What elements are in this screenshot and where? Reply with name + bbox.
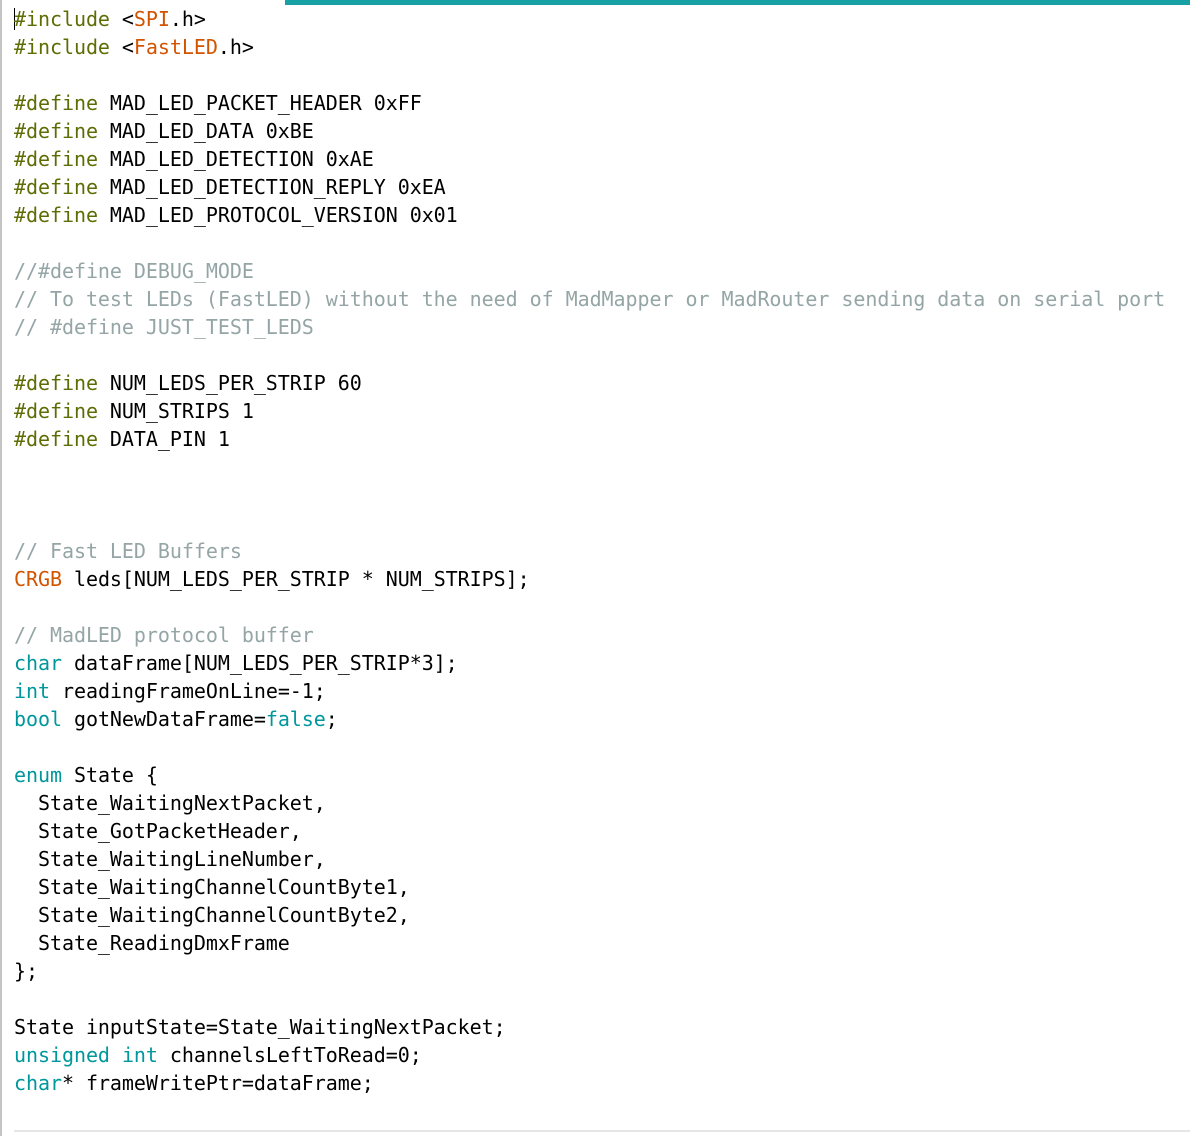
code-token-preprocessor: #define	[14, 91, 98, 115]
code-token-library: SPI	[133, 7, 170, 31]
code-token: };	[14, 959, 38, 983]
code-token: channelsLeftToRead=0;	[157, 1043, 422, 1067]
code-token-preprocessor: #include	[14, 35, 110, 59]
code-line[interactable]: #define DATA_PIN 1	[14, 425, 1186, 453]
code-token-preprocessor: #define	[14, 399, 98, 423]
code-token: State_WaitingChannelCountByte1,	[14, 875, 410, 899]
code-line[interactable]: #define MAD_LED_DETECTION 0xAE	[14, 145, 1186, 173]
code-token-comment: // MadLED protocol buffer	[14, 623, 314, 647]
code-line[interactable]: State_WaitingNextPacket,	[14, 789, 1186, 817]
code-line[interactable]: State_WaitingLineNumber,	[14, 845, 1186, 873]
code-token: MAD_LED_DATA 0xBE	[97, 119, 314, 143]
code-line[interactable]: #define MAD_LED_DATA 0xBE	[14, 117, 1186, 145]
code-line[interactable]: #define MAD_LED_PACKET_HEADER 0xFF	[14, 89, 1186, 117]
code-line[interactable]: // MadLED protocol buffer	[14, 621, 1186, 649]
code-line[interactable]	[14, 61, 1186, 89]
code-token-preprocessor: #define	[14, 147, 98, 171]
code-line[interactable]: };	[14, 957, 1186, 985]
code-token: .h>	[217, 35, 254, 59]
code-token: <	[109, 7, 134, 31]
code-line[interactable]	[14, 985, 1186, 1013]
code-line[interactable]: State_GotPacketHeader,	[14, 817, 1186, 845]
code-token-type: char	[14, 651, 62, 675]
code-line[interactable]: #include <FastLED.h>	[14, 33, 1186, 61]
code-token-preprocessor: #define	[14, 371, 98, 395]
code-line[interactable]: bool gotNewDataFrame=false;	[14, 705, 1186, 733]
code-token: State_WaitingNextPacket,	[14, 791, 326, 815]
code-line[interactable]: int readingFrameOnLine=-1;	[14, 677, 1186, 705]
code-token: readingFrameOnLine=-1;	[49, 679, 326, 703]
code-token: <	[109, 35, 134, 59]
code-line[interactable]	[14, 481, 1186, 509]
code-line[interactable]: enum State {	[14, 761, 1186, 789]
code-line[interactable]	[14, 733, 1186, 761]
code-text-area[interactable]: #include <SPI.h> #include <FastLED.h> #de…	[14, 5, 1186, 1097]
code-token: gotNewDataFrame=	[61, 707, 266, 731]
code-line[interactable]: //#define DEBUG_MODE	[14, 257, 1186, 285]
code-token-library: CRGB	[14, 567, 62, 591]
code-token-type: int	[14, 679, 50, 703]
code-line[interactable]: char* frameWritePtr=dataFrame;	[14, 1069, 1186, 1097]
code-line[interactable]: State_WaitingChannelCountByte1,	[14, 873, 1186, 901]
code-token-type: bool	[14, 707, 62, 731]
code-line[interactable]: State_WaitingChannelCountByte2,	[14, 901, 1186, 929]
code-token: * frameWritePtr=dataFrame;	[61, 1071, 374, 1095]
code-token-literal: false	[265, 707, 326, 731]
code-line[interactable]	[14, 229, 1186, 257]
code-token: NUM_STRIPS 1	[97, 399, 254, 423]
code-line[interactable]	[14, 509, 1186, 537]
code-token-comment: //#define DEBUG_MODE	[14, 259, 254, 283]
code-token: State_ReadingDmxFrame	[14, 931, 290, 955]
code-line[interactable]: unsigned int channelsLeftToRead=0;	[14, 1041, 1186, 1069]
code-line[interactable]: State_ReadingDmxFrame	[14, 929, 1186, 957]
code-token: dataFrame[NUM_LEDS_PER_STRIP*3];	[61, 651, 458, 675]
code-line[interactable]: #include <SPI.h>	[14, 5, 1186, 33]
code-line[interactable]: char dataFrame[NUM_LEDS_PER_STRIP*3];	[14, 649, 1186, 677]
code-line[interactable]: CRGB leds[NUM_LEDS_PER_STRIP * NUM_STRIP…	[14, 565, 1186, 593]
code-token: NUM_LEDS_PER_STRIP 60	[97, 371, 362, 395]
code-token-preprocessor: #define	[14, 427, 98, 451]
code-line[interactable]: #define NUM_STRIPS 1	[14, 397, 1186, 425]
code-token-preprocessor: #define	[14, 203, 98, 227]
code-token: State {	[61, 763, 158, 787]
code-token-preprocessor: #include	[14, 7, 110, 31]
code-line[interactable]: #define NUM_LEDS_PER_STRIP 60	[14, 369, 1186, 397]
code-token-preprocessor: #define	[14, 175, 98, 199]
editor-left-border	[0, 0, 2, 1136]
code-line[interactable]: #define MAD_LED_PROTOCOL_VERSION 0x01	[14, 201, 1186, 229]
code-token-comment: // #define JUST_TEST_LEDS	[14, 315, 314, 339]
code-line[interactable]: // #define JUST_TEST_LEDS	[14, 313, 1186, 341]
code-line[interactable]: // Fast LED Buffers	[14, 537, 1186, 565]
code-line[interactable]: State inputState=State_WaitingNextPacket…	[14, 1013, 1186, 1041]
code-token: State_WaitingLineNumber,	[14, 847, 326, 871]
code-token-comment: // Fast LED Buffers	[14, 539, 242, 563]
code-editor[interactable]: #include <SPI.h> #include <FastLED.h> #de…	[0, 0, 1190, 1136]
code-token: ;	[325, 707, 338, 731]
code-token: State inputState=State_WaitingNextPacket…	[14, 1015, 506, 1039]
code-token: MAD_LED_DETECTION 0xAE	[97, 147, 374, 171]
code-line[interactable]	[14, 453, 1186, 481]
code-token-type: unsigned	[14, 1043, 110, 1067]
code-token: MAD_LED_DETECTION_REPLY 0xEA	[97, 175, 446, 199]
code-token-library: FastLED	[133, 35, 218, 59]
code-token-type: int	[121, 1043, 158, 1067]
code-line[interactable]: // To test LEDs (FastLED) without the ne…	[14, 285, 1186, 313]
code-line[interactable]	[14, 593, 1186, 621]
code-token: State_GotPacketHeader,	[14, 819, 302, 843]
code-token: MAD_LED_PACKET_HEADER 0xFF	[97, 91, 422, 115]
code-line[interactable]: #define MAD_LED_DETECTION_REPLY 0xEA	[14, 173, 1186, 201]
code-token-comment: // To test LEDs (FastLED) without the ne…	[14, 287, 1166, 311]
code-token-type: enum	[14, 763, 62, 787]
editor-bottom-divider	[14, 1130, 1190, 1132]
code-token: State_WaitingChannelCountByte2,	[14, 903, 410, 927]
code-token: MAD_LED_PROTOCOL_VERSION 0x01	[97, 203, 458, 227]
code-line[interactable]	[14, 341, 1186, 369]
code-token: leds[NUM_LEDS_PER_STRIP * NUM_STRIPS];	[61, 567, 530, 591]
code-token: DATA_PIN 1	[97, 427, 230, 451]
code-token-preprocessor: #define	[14, 119, 98, 143]
code-token-type: char	[14, 1071, 62, 1095]
code-token: .h>	[169, 7, 206, 31]
